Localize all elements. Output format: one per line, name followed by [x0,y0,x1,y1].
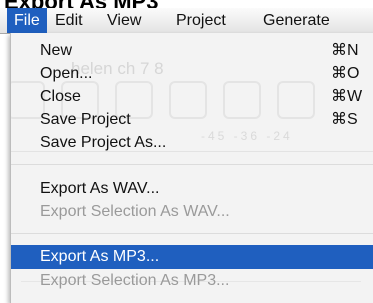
menu-item-save-project-as[interactable]: Save Project As... [11,131,373,155]
menu-item-new[interactable]: New ⌘N [11,39,373,63]
menu-item-shortcut: ⌘N [331,42,359,59]
menu-item-export-wav[interactable]: Export As WAV... [11,177,373,201]
menu-item-label: Close [40,88,81,105]
menu-item-export-selection-wav: Export Selection As WAV... [11,200,373,224]
menu-item-shortcut: ⌘W [331,88,363,105]
menu-bar: File Edit View Project Generate [0,8,373,34]
menu-item-shortcut: ⌘O [331,65,360,82]
menu-item-label: Export Selection As WAV... [40,203,230,220]
menu-project[interactable]: Project [176,8,226,33]
menu-item-label: Export As WAV... [40,180,160,197]
menu-view[interactable]: View [107,8,141,33]
menu-item-save-project[interactable]: Save Project ⌘S [11,108,373,132]
menu-separator [11,233,373,234]
menu-item-label: Export As MP3... [40,248,160,265]
menu-separator [11,164,373,165]
menu-item-export-mp3[interactable]: Export As MP3... [11,245,373,269]
menu-item-export-selection-mp3: Export Selection As MP3... [11,269,373,293]
menu-item-open[interactable]: Open... ⌘O [11,62,373,86]
menu-file[interactable]: File [7,8,47,33]
menu-item-label: Save Project As... [40,134,167,151]
menu-item-label: Export Selection As MP3... [40,272,230,289]
menu-item-label: Open... [40,65,93,82]
file-menu-dropdown: helen ch 7 8 -45 -36 -24 New ⌘N Open... … [10,33,373,303]
menu-item-label: Save Project [40,111,131,128]
menu-item-label: New [40,42,73,59]
menu-edit[interactable]: Edit [55,8,83,33]
menu-generate[interactable]: Generate [263,8,330,33]
menu-item-close[interactable]: Close ⌘W [11,85,373,109]
menu-item-shortcut: ⌘S [331,111,358,128]
